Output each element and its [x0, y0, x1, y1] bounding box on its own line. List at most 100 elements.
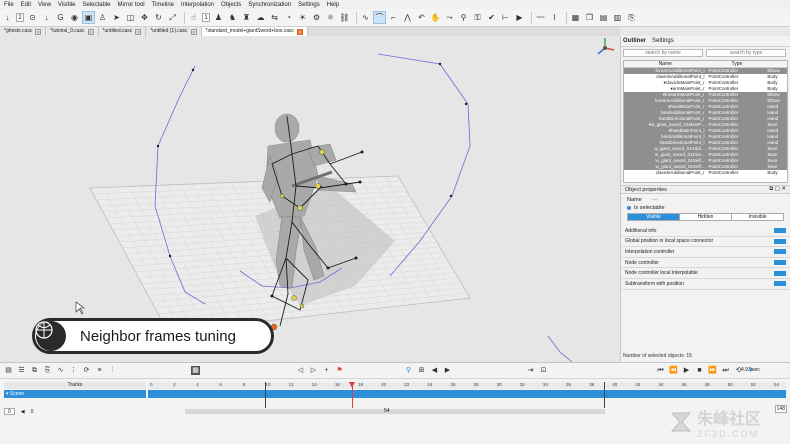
playback-speed[interactable]: 4.93 sec — [741, 367, 760, 373]
mirror-icon[interactable]: ⇆ — [269, 12, 280, 23]
property-section[interactable]: Node controller — [621, 258, 790, 269]
markers-icon[interactable]: ⋮ — [69, 366, 78, 375]
visible-option[interactable]: Visible — [628, 214, 680, 220]
copy-icon[interactable]: ❐ — [584, 12, 595, 23]
panel-window-icons[interactable]: ⧉ ▢ ✕ — [769, 186, 786, 193]
close-icon[interactable]: × — [296, 28, 303, 36]
down-icon[interactable]: ↓ — [41, 12, 52, 23]
find-key-icon[interactable]: ⚲ — [404, 366, 413, 375]
axis-gizmo-icon[interactable] — [597, 38, 615, 55]
scale-icon[interactable]: ⤢ — [167, 12, 178, 23]
menu-item-4[interactable]: Selectable — [83, 2, 111, 8]
toolbar-number-field-b[interactable]: 1 — [202, 13, 210, 22]
figure-icon[interactable]: ♙ — [97, 12, 108, 23]
menu-item-2[interactable]: View — [38, 2, 51, 8]
wave-icon[interactable]: 〰 — [535, 12, 546, 23]
graph-icon[interactable]: ⋀ — [402, 12, 413, 23]
section-toggle-icon[interactable] — [774, 270, 786, 276]
jump-icon[interactable]: ⇥ — [526, 366, 535, 375]
pose-copy-icon[interactable]: ♜ — [241, 12, 252, 23]
section-toggle-icon[interactable] — [774, 260, 786, 266]
file-tab[interactable]: *ghosts.casc × — [0, 27, 47, 36]
flag-icon[interactable]: ⚑ — [335, 366, 344, 375]
morph-icon[interactable]: ⚙ — [311, 12, 322, 23]
tab-settings[interactable]: Settings — [652, 38, 674, 44]
move-icon[interactable]: ✥ — [139, 12, 150, 23]
menu-item-7[interactable]: Interpolation — [181, 2, 214, 8]
step-icon[interactable]: ⌇ — [549, 12, 560, 23]
body-part-icon[interactable]: ♟ — [213, 12, 224, 23]
toolbar-number-field-a[interactable]: 2 — [16, 13, 24, 22]
layers-icon[interactable]: ▥ — [612, 12, 623, 23]
range-marker-left[interactable] — [265, 382, 266, 408]
global-icon[interactable]: G — [55, 12, 66, 23]
viewport-3d[interactable]: Neighbor frames tuning — [0, 36, 620, 362]
forward-icon[interactable]: ⏭ — [721, 366, 730, 375]
next-frame-icon[interactable]: ⏩ — [708, 366, 717, 375]
menu-item-3[interactable]: Visible — [58, 2, 76, 8]
key-right-icon[interactable]: ▶ — [443, 366, 452, 375]
split-icon[interactable]: ⫶ — [108, 366, 117, 375]
scene-track-bar[interactable] — [148, 390, 786, 398]
menu-item-9[interactable]: Synchronization — [248, 2, 291, 8]
key-box-icon[interactable]: ⊞ — [417, 366, 426, 375]
tangent-icon[interactable]: ⌐ — [388, 12, 399, 23]
next-key-icon[interactable]: ▷ — [309, 366, 318, 375]
menu-item-10[interactable]: Settings — [298, 2, 320, 8]
menu-item-0[interactable]: File — [4, 2, 14, 8]
name-value[interactable]: --- — [652, 197, 658, 203]
play-anim-icon[interactable]: ▶ — [514, 12, 525, 23]
cube-icon[interactable]: ◫ — [125, 12, 136, 23]
property-section[interactable]: Global position in local space connector — [621, 237, 790, 248]
column-type[interactable]: Type — [706, 61, 767, 67]
scene-track[interactable]: ▾ Scene — [4, 390, 146, 398]
selected-curve-icon[interactable]: ⌒ — [373, 11, 386, 24]
light-icon[interactable]: ☀ — [297, 12, 308, 23]
pose-icon[interactable]: ♞ — [227, 12, 238, 23]
property-section[interactable]: Node controller local interpolable — [621, 268, 790, 279]
loop-icon[interactable]: ⟳ — [82, 366, 91, 375]
clapper-icon[interactable]: ▦ — [191, 366, 200, 375]
close-icon[interactable]: × — [35, 28, 42, 36]
list-icon[interactable]: ☰ — [17, 366, 26, 375]
ghost-icon[interactable]: ☁ — [255, 12, 266, 23]
path-icon[interactable]: ↶ — [416, 12, 427, 23]
paste-icon[interactable]: ▤ — [598, 12, 609, 23]
timeline-ruler[interactable]: 0 2 4 6 8 10 12 14 16 18 20 22 24 26 28 30 32 34 36 38 40 42 4… — [148, 382, 786, 389]
paste-frames-icon[interactable]: ⎘ — [43, 366, 52, 375]
key-icon[interactable]: ⚿ — [472, 12, 483, 23]
range-start-field[interactable]: 0 — [4, 408, 15, 415]
menu-item-8[interactable]: Objects — [221, 2, 241, 8]
search-type-input[interactable] — [706, 49, 786, 57]
section-toggle-icon[interactable] — [774, 228, 786, 234]
grid-icon[interactable]: ▦ — [570, 12, 581, 23]
curve-icon[interactable]: ∿ — [360, 12, 371, 23]
file-tab[interactable]: *untitled (1).casc × — [146, 27, 202, 36]
property-section[interactable]: Interpolation controller — [621, 247, 790, 258]
invisible-option[interactable]: Invisible — [732, 214, 783, 220]
file-tab[interactable]: *standard_model+giantSword+box.casc × — [201, 27, 308, 36]
fk-ik-icon[interactable]: ⤳ — [444, 12, 455, 23]
section-toggle-icon[interactable] — [774, 281, 786, 287]
section-toggle-icon[interactable] — [774, 238, 786, 244]
file-tab[interactable]: *untitled.casc × — [98, 27, 147, 36]
hand-icon[interactable]: ✋ — [430, 12, 441, 23]
hidden-option[interactable]: Hidden — [680, 214, 732, 220]
property-section[interactable]: Additional info — [621, 226, 790, 237]
ruler-icon[interactable]: ⊢ — [500, 12, 511, 23]
drag-icon[interactable]: ☝ — [188, 12, 199, 23]
outliner-row[interactable]: clavicleAdditionalPoint_r PointController… — [624, 170, 787, 176]
section-toggle-icon[interactable] — [774, 249, 786, 255]
curve-editor-icon[interactable]: ∿ — [56, 366, 65, 375]
key-left-icon[interactable]: ◀ — [430, 366, 439, 375]
range-marker-right[interactable] — [604, 382, 605, 408]
physics-icon[interactable]: ⚛ — [325, 12, 336, 23]
menu-item-11[interactable]: Help — [327, 2, 339, 8]
stop-icon[interactable]: ■ — [695, 366, 704, 375]
column-name[interactable]: Name — [624, 61, 706, 67]
range-slider[interactable] — [185, 409, 605, 414]
close-icon[interactable]: × — [190, 28, 197, 36]
menu-item-5[interactable]: Mirror tool — [118, 2, 145, 8]
file-tab[interactable]: *tutorial_0.casc × — [46, 27, 99, 36]
copy-frames-icon[interactable]: ⧉ — [30, 366, 39, 375]
